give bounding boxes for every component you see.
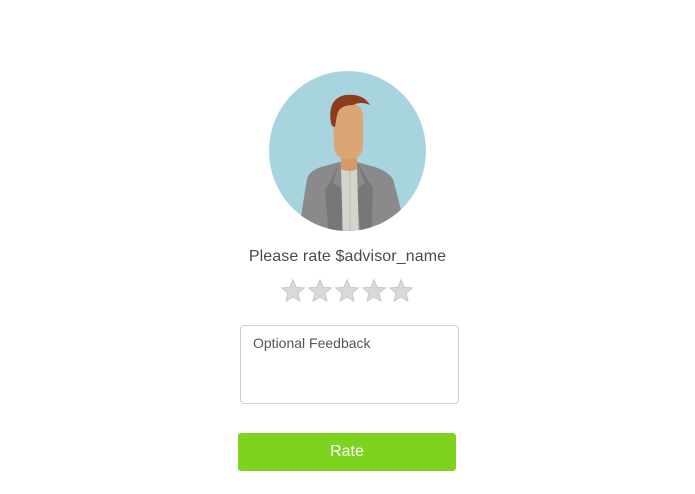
advisor-avatar bbox=[269, 71, 426, 231]
rate-button[interactable]: Rate bbox=[238, 433, 456, 471]
star-2[interactable] bbox=[307, 277, 333, 305]
star-outline-icon bbox=[307, 278, 333, 303]
rating-prompt: Please rate $advisor_name bbox=[248, 248, 447, 265]
feedback-input[interactable] bbox=[240, 325, 459, 404]
star-rating[interactable] bbox=[280, 277, 414, 305]
star-4[interactable] bbox=[361, 277, 387, 305]
star-outline-icon bbox=[280, 278, 306, 303]
star-1[interactable] bbox=[280, 277, 306, 305]
star-outline-icon bbox=[388, 278, 414, 303]
star-3[interactable] bbox=[334, 277, 360, 305]
star-outline-icon bbox=[334, 278, 360, 303]
rating-page: Please rate $advisor_name Rate bbox=[0, 0, 695, 494]
star-outline-icon bbox=[361, 278, 387, 303]
advisor-avatar-icon bbox=[269, 71, 426, 231]
star-5[interactable] bbox=[388, 277, 414, 305]
